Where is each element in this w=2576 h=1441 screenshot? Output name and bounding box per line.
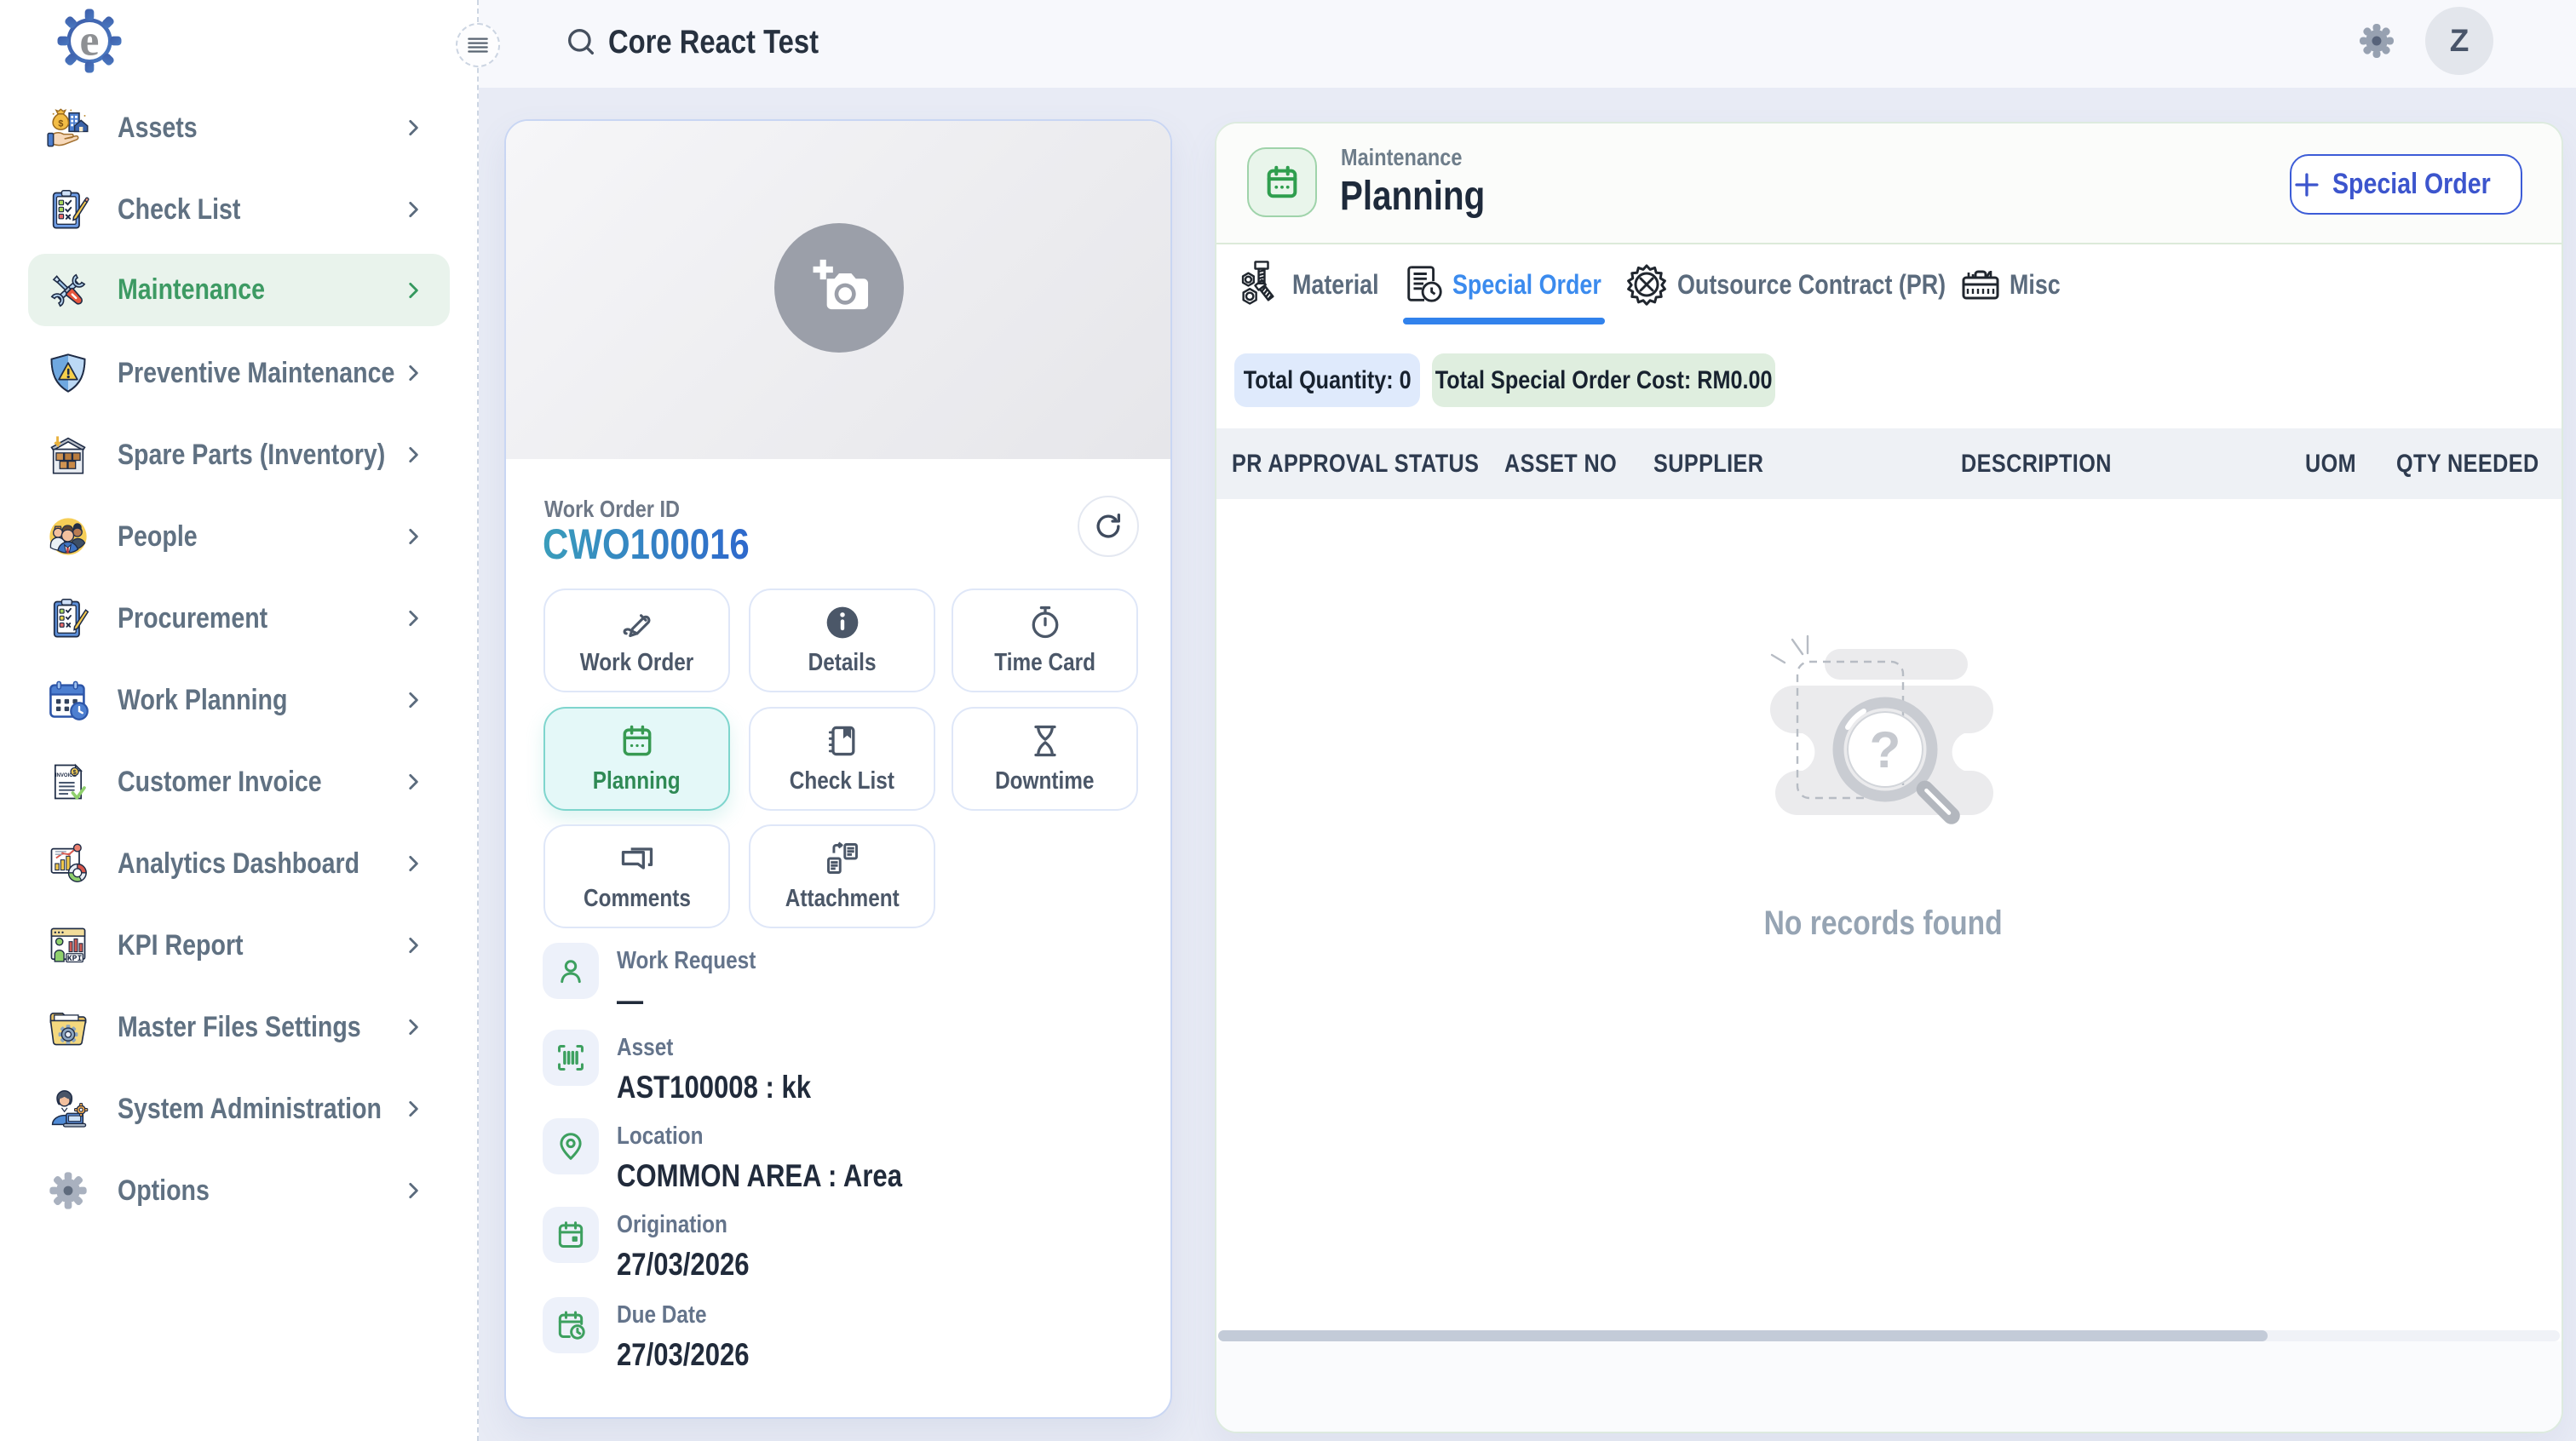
svg-text:KPI: KPI — [67, 954, 83, 963]
svg-text:?: ? — [1870, 721, 1901, 778]
svg-text:e: e — [80, 17, 100, 66]
svg-text:$: $ — [58, 118, 63, 129]
